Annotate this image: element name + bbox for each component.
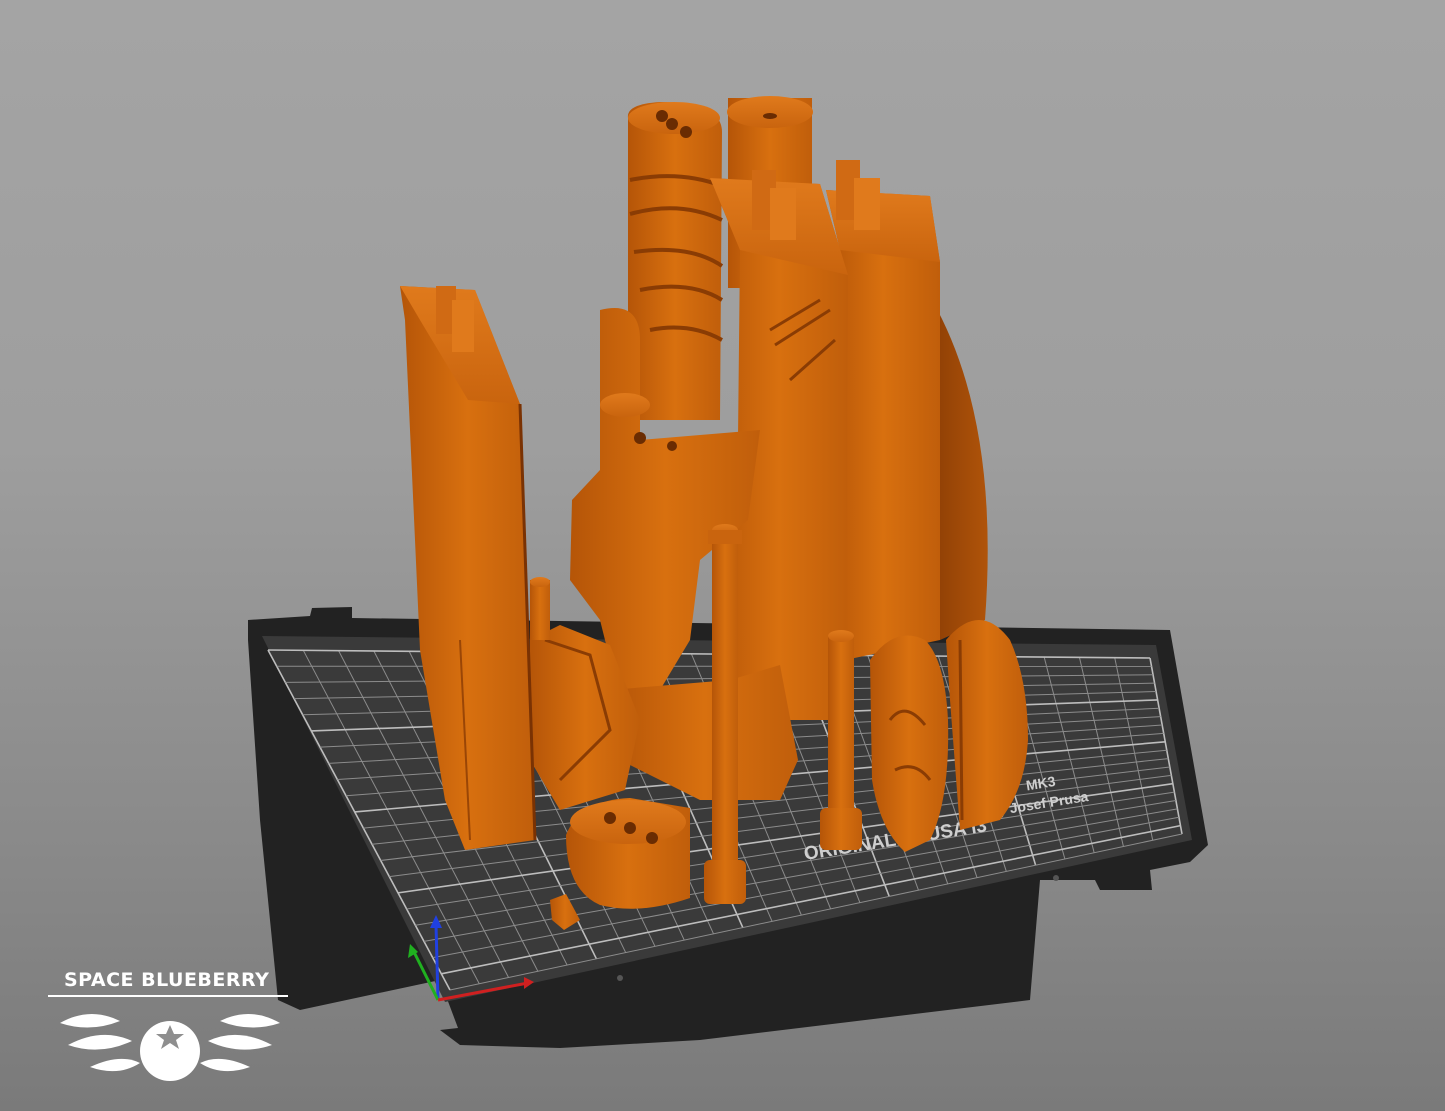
- logo-divider: [48, 995, 288, 997]
- disc-three-holes[interactable]: [566, 798, 690, 909]
- column-ridged[interactable]: [627, 102, 724, 420]
- space-blueberry-logo: SPACE BLUEBERRY: [40, 965, 300, 1105]
- model-group[interactable]: [400, 96, 1028, 930]
- bed-screw: [1053, 875, 1059, 881]
- blueberry-wings-icon: [60, 1013, 280, 1081]
- bed-screw: [617, 975, 623, 981]
- scene-canvas[interactable]: ORIGINAL PRUSA i3 MK3 by Josef Prusa: [0, 0, 1445, 1111]
- logo-title: SPACE BLUEBERRY: [64, 969, 270, 991]
- 3d-viewport[interactable]: ORIGINAL PRUSA i3 MK3 by Josef Prusa: [0, 0, 1445, 1111]
